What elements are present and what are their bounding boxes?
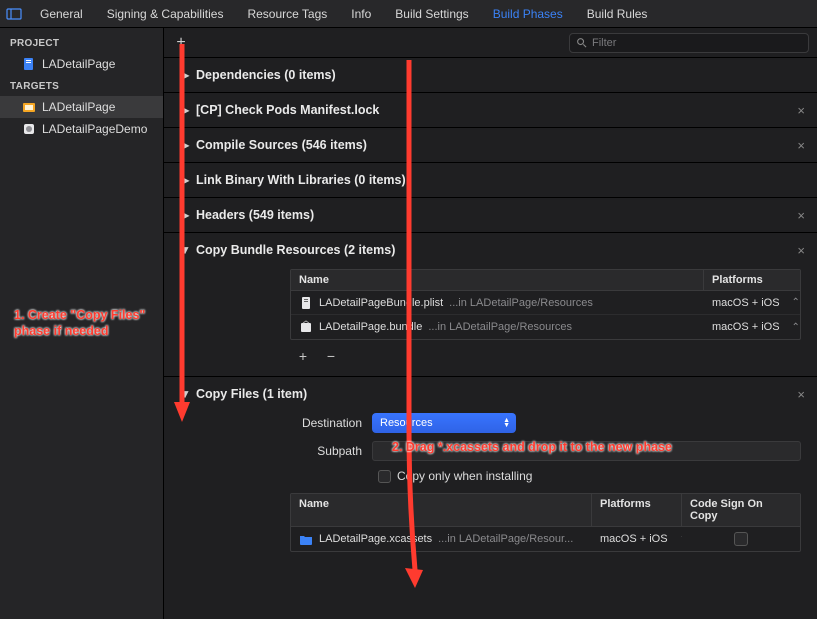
phase-copy-files-title: Copy Files (1 item) — [196, 387, 307, 401]
add-file-button[interactable]: + — [294, 348, 312, 364]
copy-only-checkbox[interactable] — [378, 470, 391, 483]
framework-target-icon — [22, 100, 36, 114]
col-name[interactable]: Name — [291, 270, 704, 290]
phase-pods: ▶ [CP] Check Pods Manifest.lock × — [164, 93, 817, 128]
filter-input[interactable] — [592, 37, 802, 49]
file-name: LADetailPage.bundle — [319, 321, 422, 333]
phase-compile-title: Compile Sources (546 items) — [196, 138, 367, 152]
chevron-right-icon: ▶ — [180, 208, 190, 222]
target-item-1-label: LADetailPageDemo — [42, 122, 147, 136]
chevron-right-icon: ▶ — [180, 103, 190, 117]
table-row[interactable]: LADetailPage.bundle ...in LADetailPage/R… — [291, 315, 800, 339]
platforms-value: macOS + iOS — [600, 533, 668, 545]
codesign-checkbox[interactable] — [734, 532, 748, 546]
chevron-down-icon: ▼ — [180, 387, 190, 401]
project-section-label: PROJECT — [0, 32, 163, 53]
project-navigator-sidebar: PROJECT LADetailPage TARGETS LADetailPag… — [0, 28, 164, 619]
remove-phase-button[interactable]: × — [797, 138, 805, 153]
table-header: Name Platforms — [291, 270, 800, 291]
subpath-label: Subpath — [290, 444, 372, 458]
destination-value: Resources — [380, 417, 433, 429]
col-platforms[interactable]: Platforms — [592, 494, 682, 526]
phase-headers-header[interactable]: ▶ Headers (549 items) — [180, 208, 809, 222]
phase-link-title: Link Binary With Libraries (0 items) — [196, 173, 406, 187]
destination-label: Destination — [290, 416, 372, 430]
copy-bundle-table: Name Platforms LADetailPageBundle.plist … — [290, 269, 801, 340]
phase-compile: ▶ Compile Sources (546 items) × — [164, 128, 817, 163]
file-name: LADetailPage.xcassets — [319, 533, 432, 545]
phases-toolbar: + — [164, 28, 817, 58]
col-platforms[interactable]: Platforms — [704, 270, 800, 290]
copy-files-table: Name Platforms Code Sign On Copy LADetai… — [290, 493, 801, 552]
remove-phase-button[interactable]: × — [797, 208, 805, 223]
xcassets-folder-icon — [299, 532, 313, 546]
target-item-0-label: LADetailPage — [42, 100, 115, 114]
remove-phase-button[interactable]: × — [797, 243, 805, 258]
phase-dependencies-title: Dependencies (0 items) — [196, 68, 336, 82]
file-path: ...in LADetailPage/Resources — [428, 321, 572, 333]
tab-build-phases[interactable]: Build Phases — [481, 0, 575, 28]
bundle-file-icon — [299, 320, 313, 334]
app-target-icon — [22, 122, 36, 136]
chevron-right-icon: ▶ — [180, 173, 190, 187]
chevron-right-icon: ▶ — [180, 138, 190, 152]
phase-compile-header[interactable]: ▶ Compile Sources (546 items) — [180, 138, 809, 152]
phase-headers: ▶ Headers (549 items) × — [164, 198, 817, 233]
select-chevron-icon: ▲▼ — [503, 418, 510, 428]
tab-build-rules[interactable]: Build Rules — [575, 0, 660, 28]
tab-general[interactable]: General — [28, 0, 95, 28]
remove-phase-button[interactable]: × — [797, 387, 805, 402]
tab-resource-tags[interactable]: Resource Tags — [235, 0, 339, 28]
phase-dependencies-header[interactable]: ▶ Dependencies (0 items) — [180, 68, 809, 82]
table-row[interactable]: LADetailPageBundle.plist ...in LADetailP… — [291, 291, 800, 315]
subpath-input[interactable] — [372, 441, 801, 461]
table-header: Name Platforms Code Sign On Copy — [291, 494, 800, 527]
filter-icon — [576, 37, 587, 48]
phase-headers-title: Headers (549 items) — [196, 208, 314, 222]
col-name[interactable]: Name — [291, 494, 592, 526]
xcodeproj-icon — [22, 57, 36, 71]
target-item-1[interactable]: LADetailPageDemo — [0, 118, 163, 140]
phase-copy-files: ▼ Copy Files (1 item) × Destination Reso… — [164, 377, 817, 562]
file-name: LADetailPageBundle.plist — [319, 297, 443, 309]
stepper-icon[interactable]: ⌃⌄ — [792, 322, 800, 333]
copy-only-label: Copy only when installing — [397, 469, 532, 483]
phase-pods-title: [CP] Check Pods Manifest.lock — [196, 103, 379, 117]
editor-tabbar: General Signing & Capabilities Resource … — [0, 0, 817, 28]
stepper-icon[interactable]: ⌃⌄ — [792, 297, 800, 308]
phase-link: ▶ Link Binary With Libraries (0 items) — [164, 163, 817, 198]
filter-field[interactable] — [569, 33, 809, 53]
tab-build-settings[interactable]: Build Settings — [383, 0, 480, 28]
chevron-right-icon: ▶ — [180, 68, 190, 82]
platforms-value: macOS + iOS — [712, 297, 780, 309]
file-path: ...in LADetailPage/Resour... — [438, 533, 573, 545]
phase-pods-header[interactable]: ▶ [CP] Check Pods Manifest.lock — [180, 103, 809, 117]
tab-signing[interactable]: Signing & Capabilities — [95, 0, 236, 28]
remove-file-button[interactable]: − — [322, 348, 340, 364]
build-phases-content: + ▶ Dependencies (0 items) ▶ [CP] Check … — [164, 28, 817, 619]
platforms-value: macOS + iOS — [712, 321, 780, 333]
col-codesign[interactable]: Code Sign On Copy — [682, 494, 800, 526]
add-phase-button[interactable]: + — [172, 34, 190, 52]
target-item-0[interactable]: LADetailPage — [0, 96, 163, 118]
phase-copy-bundle: ▼ Copy Bundle Resources (2 items) × Name… — [164, 233, 817, 377]
remove-phase-button[interactable]: × — [797, 103, 805, 118]
panel-toggle-icon[interactable] — [4, 6, 24, 22]
phase-copy-bundle-title: Copy Bundle Resources (2 items) — [196, 243, 395, 257]
chevron-down-icon: ▼ — [180, 243, 190, 257]
table-row[interactable]: LADetailPage.xcassets ...in LADetailPage… — [291, 527, 800, 551]
phase-link-header[interactable]: ▶ Link Binary With Libraries (0 items) — [180, 173, 809, 187]
target-editor-tabs: General Signing & Capabilities Resource … — [28, 0, 817, 28]
phase-dependencies: ▶ Dependencies (0 items) — [164, 58, 817, 93]
targets-section-label: TARGETS — [0, 75, 163, 96]
plist-file-icon — [299, 296, 313, 310]
phase-copy-bundle-header[interactable]: ▼ Copy Bundle Resources (2 items) — [180, 243, 809, 257]
project-item[interactable]: LADetailPage — [0, 53, 163, 75]
destination-select[interactable]: Resources ▲▼ — [372, 413, 516, 433]
phase-copy-files-header[interactable]: ▼ Copy Files (1 item) — [180, 387, 809, 401]
project-item-label: LADetailPage — [42, 57, 115, 71]
file-path: ...in LADetailPage/Resources — [449, 297, 593, 309]
tab-info[interactable]: Info — [339, 0, 383, 28]
